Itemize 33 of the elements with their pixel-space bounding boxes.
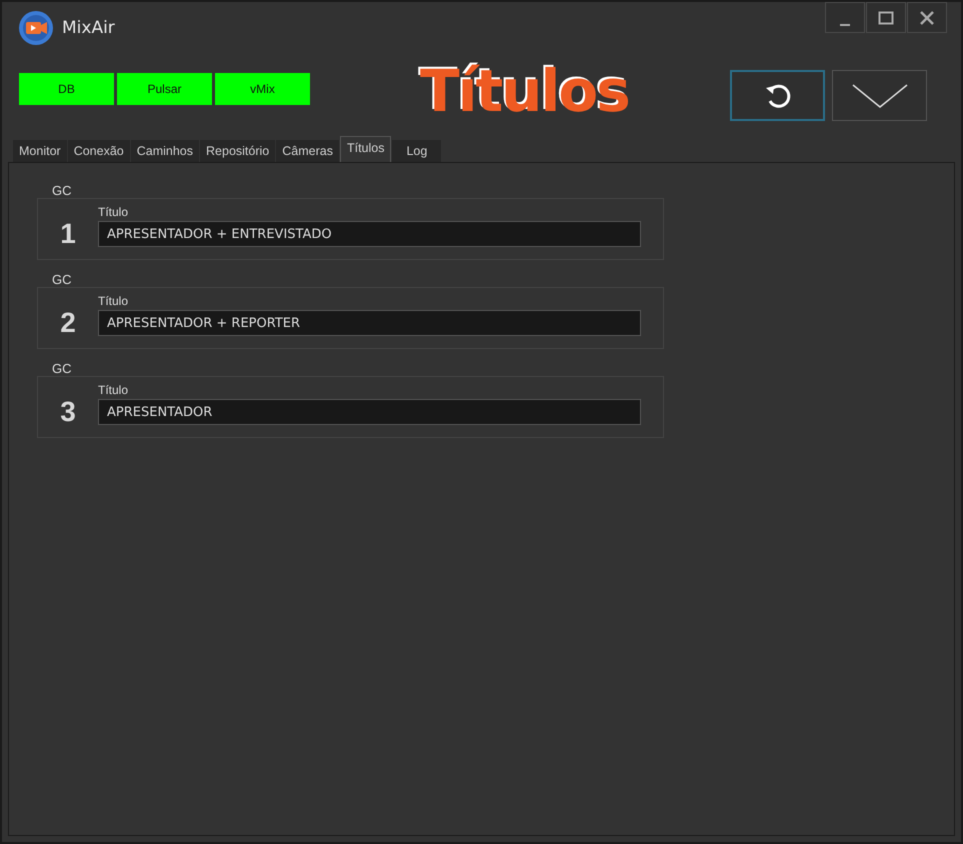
status-indicator: DB <box>19 73 114 105</box>
maximize-icon <box>878 10 894 24</box>
tab[interactable]: Repositório <box>200 140 276 162</box>
chevron-down-icon <box>850 82 908 108</box>
group-legend: GC <box>52 272 72 287</box>
maximize-button[interactable] <box>866 2 906 33</box>
field-label: Título <box>98 294 130 308</box>
window-title: MixAir <box>62 18 115 38</box>
dropdown-button[interactable] <box>832 70 927 121</box>
tab[interactable]: Conexão <box>68 140 130 162</box>
group-number: 2 <box>59 307 77 339</box>
field-label: Título <box>98 383 130 397</box>
group-number: 3 <box>59 396 77 428</box>
tab[interactable]: Títulos <box>340 136 392 162</box>
title-field[interactable]: APRESENTADOR + ENTREVISTADO <box>98 221 641 247</box>
status-indicator: vMix <box>215 73 310 105</box>
title-field[interactable]: APRESENTADOR <box>98 399 641 425</box>
tab[interactable]: Caminhos <box>130 140 200 162</box>
close-button[interactable] <box>907 2 947 33</box>
close-icon <box>920 10 934 24</box>
minimize-icon <box>840 24 850 26</box>
camera-icon <box>18 10 54 46</box>
tab[interactable]: Monitor <box>13 140 67 162</box>
group-number: 1 <box>59 218 77 250</box>
tab[interactable]: Câmeras <box>276 140 339 162</box>
page-heading: Títulos <box>420 56 629 126</box>
group-legend: GC <box>52 183 72 198</box>
refresh-button[interactable] <box>730 70 825 121</box>
status-indicator: Pulsar <box>117 73 212 105</box>
group-legend: GC <box>52 361 72 376</box>
tab[interactable]: Log <box>392 140 442 162</box>
title-field[interactable]: APRESENTADOR + REPORTER <box>98 310 641 336</box>
field-label: Título <box>98 205 130 219</box>
